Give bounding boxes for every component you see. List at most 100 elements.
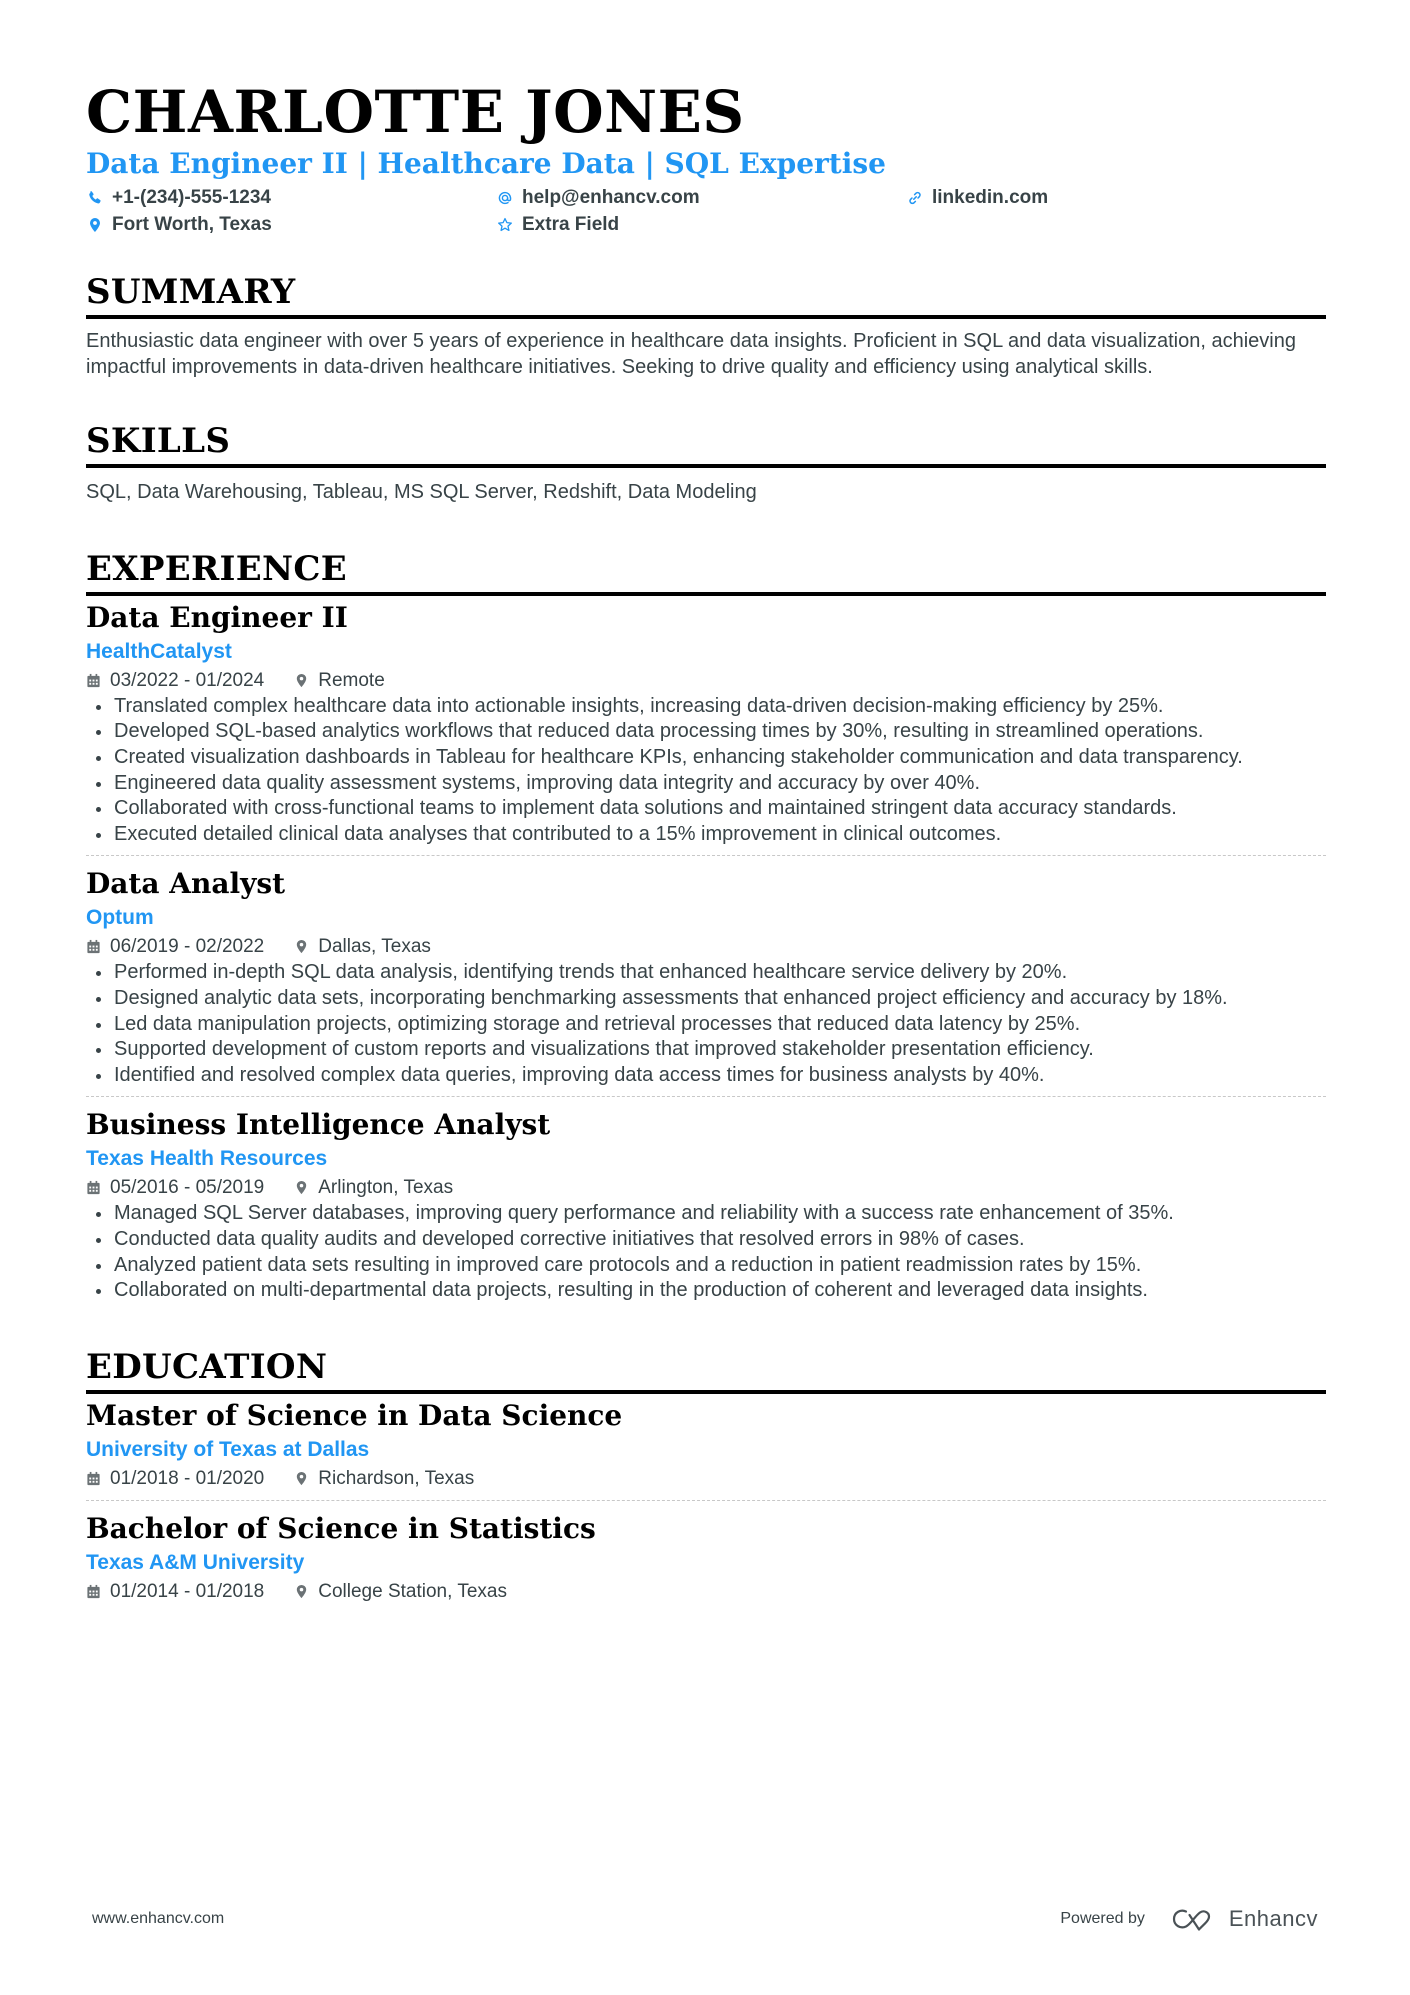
education-entry: Bachelor of Science in Statistics Texas … xyxy=(86,1499,1326,1613)
section-divider xyxy=(86,464,1326,469)
skills-heading: SKILLS xyxy=(86,421,231,462)
achievement-item: Developed SQL-based analytics workflows … xyxy=(86,719,1326,745)
experience-entry: Data Engineer II HealthCatalyst 03/2022 … xyxy=(86,600,1326,856)
enhancv-logo-text: Enhancv xyxy=(1228,1906,1318,1931)
candidate-name: CHARLOTTE JONES xyxy=(86,78,745,146)
calendar-icon xyxy=(86,673,102,689)
achievement-item: Managed SQL Server databases, improving … xyxy=(86,1201,1326,1227)
school-name: University of Texas at Dallas xyxy=(86,1437,370,1461)
entry-location: Arlington, Texas xyxy=(294,1175,453,1201)
company-name: Optum xyxy=(86,906,154,930)
achievement-item: Translated complex healthcare data into … xyxy=(86,694,1326,720)
summary-section: SUMMARY Enthusiastic data engineer with … xyxy=(86,271,1326,380)
degree-title: Bachelor of Science in Statistics xyxy=(86,1511,596,1545)
job-title: Data Engineer II xyxy=(86,600,348,634)
achievement-item: Designed analytic data sets, incorporati… xyxy=(86,986,1326,1012)
achievement-item: Identified and resolved complex data que… xyxy=(86,1063,1326,1089)
achievement-list: Translated complex healthcare data into … xyxy=(86,694,1326,848)
link-icon xyxy=(906,189,924,207)
education-entry: Master of Science in Data Science Univer… xyxy=(86,1398,1326,1500)
at-icon xyxy=(496,189,514,207)
contact-location-text: Fort Worth, Texas xyxy=(112,214,272,235)
contact-extra-text: Extra Field xyxy=(522,214,620,235)
entry-location: Dallas, Texas xyxy=(294,934,431,960)
achievement-item: Engineered data quality assessment syste… xyxy=(86,771,1326,797)
experience-heading: EXPERIENCE xyxy=(86,548,347,589)
skills-section: SKILLS SQL, Data Warehousing, Tableau, M… xyxy=(86,420,1326,506)
calendar-icon xyxy=(86,1180,102,1196)
enhancv-logo-icon xyxy=(1172,1909,1210,1931)
resume-page: CHARLOTTE JONES Data Engineer II | Healt… xyxy=(86,78,1326,1613)
achievement-item: Supported development of custom reports … xyxy=(86,1037,1326,1063)
footer-website-link[interactable]: www.enhancv.com xyxy=(92,1910,224,1928)
achievement-item: Collaborated with cross-functional teams… xyxy=(86,796,1326,822)
education-heading: EDUCATION xyxy=(86,1346,328,1387)
entry-dates: 01/2018 - 01/2020 xyxy=(110,1467,265,1489)
company-name: Texas Health Resources xyxy=(86,1147,328,1171)
summary-text: Enthusiastic data engineer with over 5 y… xyxy=(86,330,1296,378)
company-name: HealthCatalyst xyxy=(86,639,232,663)
contact-extra-field: Extra Field xyxy=(496,213,906,237)
entry-meta: 05/2016 - 05/2019 Arlington, Texas xyxy=(86,1175,1326,1201)
location-icon xyxy=(294,1584,310,1600)
phone-icon xyxy=(86,189,104,207)
contact-email-text: help@enhancv.com xyxy=(522,187,700,208)
powered-by-label: Powered by xyxy=(1060,1910,1145,1927)
contact-linkedin[interactable]: linkedin.com xyxy=(906,186,1326,210)
location-icon xyxy=(294,1180,310,1196)
contact-linkedin-text: linkedin.com xyxy=(932,187,1049,208)
entry-dates: 03/2022 - 01/2024 xyxy=(110,669,265,691)
achievement-item: Collaborated on multi-departmental data … xyxy=(86,1278,1326,1304)
summary-heading: SUMMARY xyxy=(86,272,296,312)
experience-section: EXPERIENCE Data Engineer II HealthCataly… xyxy=(86,548,1326,1312)
enhancv-logo[interactable]: Enhancv xyxy=(1171,1906,1318,1932)
entry-meta: 03/2022 - 01/2024 Remote xyxy=(86,668,1326,694)
calendar-icon xyxy=(86,1471,102,1487)
entry-dates: 06/2019 - 02/2022 xyxy=(110,936,265,958)
star-icon xyxy=(496,216,514,234)
school-name: Texas A&M University xyxy=(86,1550,305,1574)
location-icon xyxy=(294,673,310,689)
entry-meta: 01/2018 - 01/2020 Richardson, Texas xyxy=(86,1466,1326,1492)
page-footer: www.enhancv.com Powered by Enhancv xyxy=(92,1906,1318,1932)
achievement-item: Performed in-depth SQL data analysis, id… xyxy=(86,960,1326,986)
entry-meta: 01/2014 - 01/2018 College Station, Texas xyxy=(86,1579,1326,1605)
resume-header: CHARLOTTE JONES Data Engineer II | Healt… xyxy=(86,78,1326,237)
education-section: EDUCATION Master of Science in Data Scie… xyxy=(86,1346,1326,1613)
achievement-item: Executed detailed clinical data analyses… xyxy=(86,822,1326,848)
experience-entry: Business Intelligence Analyst Texas Heal… xyxy=(86,1096,1326,1311)
location-icon xyxy=(86,216,104,234)
entry-location-text: Dallas, Texas xyxy=(318,936,431,958)
entry-location-text: Arlington, Texas xyxy=(318,1177,454,1199)
entry-dates: 01/2014 - 01/2018 xyxy=(110,1580,265,1602)
degree-title: Master of Science in Data Science xyxy=(86,1398,623,1432)
contact-location: Fort Worth, Texas xyxy=(86,213,496,237)
experience-entry: Data Analyst Optum 06/2019 - 02/2022 Dal… xyxy=(86,855,1326,1096)
contact-email[interactable]: help@enhancv.com xyxy=(496,186,906,210)
entry-location: Richardson, Texas xyxy=(294,1466,474,1492)
achievement-item: Created visualization dashboards in Tabl… xyxy=(86,745,1326,771)
entry-location-text: Richardson, Texas xyxy=(318,1467,475,1489)
entry-dates: 05/2016 - 05/2019 xyxy=(110,1177,265,1199)
location-icon xyxy=(294,939,310,955)
achievement-item: Led data manipulation projects, optimizi… xyxy=(86,1012,1326,1038)
entry-location-text: College Station, Texas xyxy=(318,1580,507,1602)
skills-text: SQL, Data Warehousing, Tableau, MS SQL S… xyxy=(86,481,757,504)
achievement-item: Analyzed patient data sets resulting in … xyxy=(86,1253,1326,1279)
achievement-item: Conducted data quality audits and develo… xyxy=(86,1227,1326,1253)
entry-location: Remote xyxy=(294,668,385,694)
job-title: Business Intelligence Analyst xyxy=(86,1108,551,1142)
section-divider xyxy=(86,315,1326,319)
entry-location-text: Remote xyxy=(318,669,385,691)
job-title: Data Analyst xyxy=(86,867,286,901)
calendar-icon xyxy=(86,1584,102,1600)
entry-location: College Station, Texas xyxy=(294,1579,507,1605)
contact-phone-text: +1-(234)-555-1234 xyxy=(112,187,271,208)
entry-meta: 06/2019 - 02/2022 Dallas, Texas xyxy=(86,934,1326,960)
footer-branding: Powered by Enhancv xyxy=(1060,1906,1318,1932)
contact-phone[interactable]: +1-(234)-555-1234 xyxy=(86,186,496,210)
candidate-headline: Data Engineer II | Healthcare Data | SQL… xyxy=(86,147,886,180)
section-divider xyxy=(86,591,1326,596)
section-divider xyxy=(86,1389,1326,1394)
calendar-icon xyxy=(86,939,102,955)
